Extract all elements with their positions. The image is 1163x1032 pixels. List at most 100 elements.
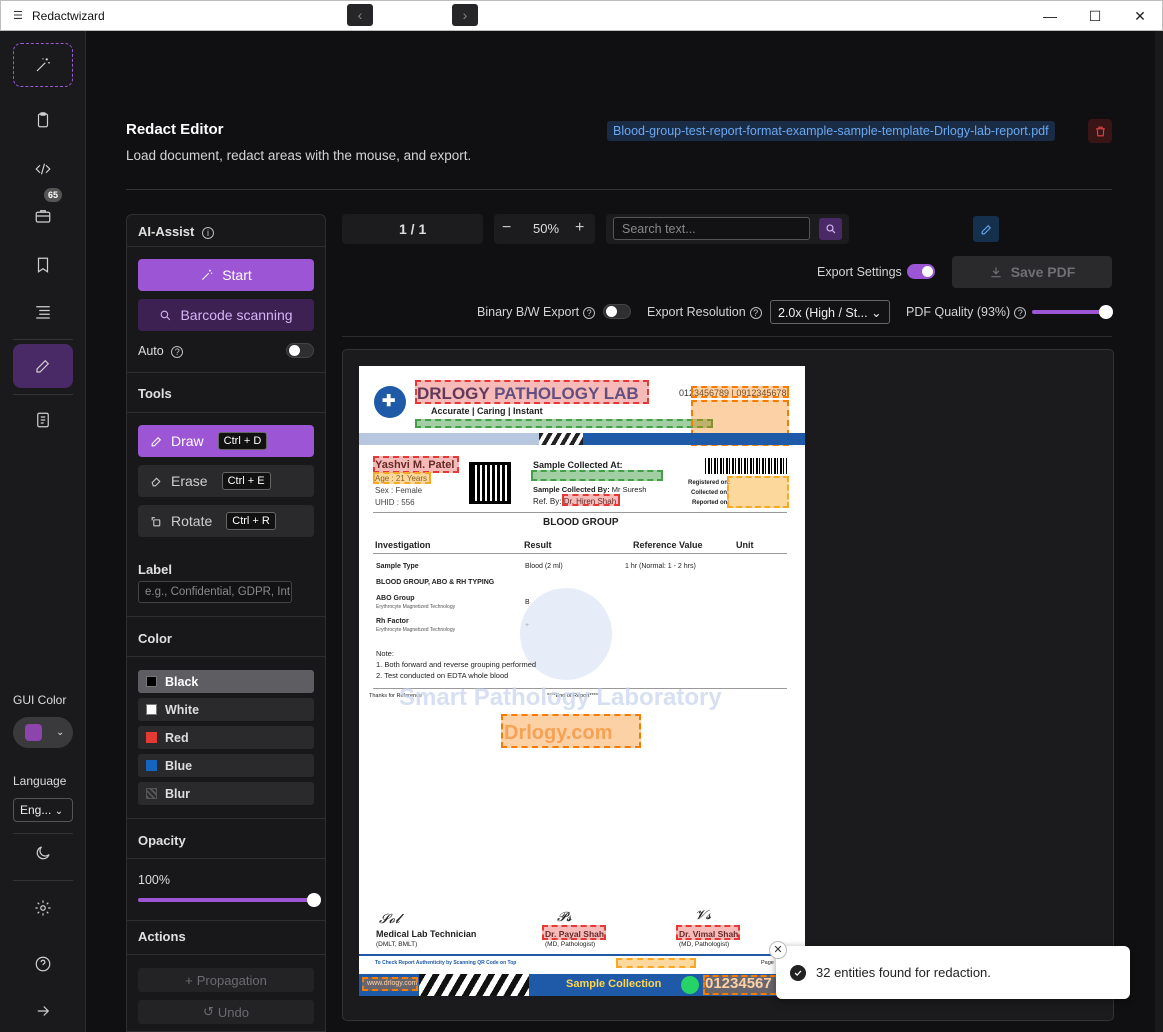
start-label: Start bbox=[222, 267, 252, 283]
close-button[interactable]: ✕ bbox=[1117, 1, 1163, 31]
blur-swatch-icon bbox=[146, 788, 157, 799]
color-option-blue[interactable]: Blue bbox=[138, 754, 314, 777]
sidebar-redact-editor[interactable] bbox=[13, 344, 73, 388]
propagation-button[interactable]: + Propagation bbox=[138, 968, 314, 992]
help-icon[interactable]: ? bbox=[171, 345, 184, 358]
zoom-in-button[interactable]: + bbox=[575, 219, 584, 237]
slider-fill bbox=[1032, 310, 1107, 314]
redaction-box[interactable] bbox=[562, 494, 620, 506]
help-icon[interactable]: ? bbox=[1014, 306, 1027, 319]
redaction-box[interactable] bbox=[727, 476, 789, 508]
toolbar-divider bbox=[342, 336, 1112, 337]
pencil-icon bbox=[36, 359, 50, 373]
erase-label: Erase bbox=[171, 473, 208, 489]
pdf-quality-slider[interactable] bbox=[1032, 305, 1114, 319]
draw-label: Draw bbox=[171, 433, 204, 449]
info-icon[interactable]: i bbox=[201, 226, 214, 239]
sidebar-document[interactable] bbox=[13, 398, 73, 442]
export-resolution-text: Export Resolution bbox=[647, 305, 746, 319]
search-input[interactable]: Search text... bbox=[613, 217, 810, 240]
signature-icon: 𝓟𝓼 bbox=[557, 910, 572, 925]
zoom-out-button[interactable]: − bbox=[502, 219, 511, 237]
maximize-button[interactable]: ☐ bbox=[1072, 1, 1118, 31]
row-rh-factor: Rh Factor bbox=[376, 618, 409, 625]
delete-file-button[interactable] bbox=[1088, 119, 1112, 143]
sidebar-bookmark[interactable] bbox=[13, 243, 73, 287]
export-resolution-select[interactable]: 2.0x (High / St... ⌄ bbox=[770, 300, 890, 324]
page-title: Redact Editor bbox=[126, 121, 224, 138]
barcode-scanning-button[interactable]: Barcode scanning bbox=[138, 299, 314, 331]
minimize-button[interactable]: — bbox=[1027, 1, 1073, 31]
save-pdf-button[interactable]: Save PDF bbox=[952, 256, 1112, 288]
color-option-blur[interactable]: Blur bbox=[138, 782, 314, 805]
pdf-page[interactable]: ✚ DRLOGY PATHOLOGY LAB Accurate | Caring… bbox=[359, 366, 805, 996]
redaction-box[interactable] bbox=[373, 472, 431, 484]
redaction-box[interactable] bbox=[676, 925, 740, 940]
sidebar-theme-toggle[interactable] bbox=[13, 831, 73, 875]
section-divider bbox=[373, 512, 787, 513]
magic-wand-icon bbox=[202, 269, 213, 281]
language-select[interactable]: Eng... ⌄ bbox=[13, 798, 73, 822]
color-option-white[interactable]: White bbox=[138, 698, 314, 721]
erase-tool-button[interactable]: Erase Ctrl + E bbox=[138, 465, 314, 497]
sidebar-clipboard[interactable] bbox=[13, 98, 73, 142]
ai-start-button[interactable]: Start bbox=[138, 259, 314, 291]
gui-color-picker[interactable]: ⌄ bbox=[13, 717, 73, 748]
window-scrollbar[interactable] bbox=[1155, 31, 1163, 1032]
help-icon[interactable]: ? bbox=[749, 306, 762, 319]
sidebar: 65 GUI Color ⌄ Language Eng... ⌄ bbox=[0, 31, 86, 1032]
redaction-box[interactable] bbox=[691, 386, 789, 398]
download-icon bbox=[991, 267, 1001, 278]
sidebar-magic-wand[interactable] bbox=[13, 43, 73, 87]
opacity-slider[interactable] bbox=[138, 893, 321, 907]
label-input[interactable]: e.g., Confidential, GDPR, Int bbox=[138, 581, 292, 603]
export-settings-toggle[interactable] bbox=[907, 264, 935, 279]
zoom-level: 50% bbox=[533, 221, 560, 236]
color-option-black[interactable]: Black bbox=[138, 670, 314, 693]
previous-page-button[interactable]: ‹ bbox=[347, 4, 373, 26]
help-icon[interactable]: ? bbox=[583, 306, 596, 319]
lab-logo-icon: ✚ bbox=[374, 386, 406, 418]
sidebar-collapse[interactable] bbox=[13, 989, 73, 1032]
redaction-box[interactable] bbox=[415, 380, 649, 404]
redaction-box[interactable] bbox=[531, 470, 663, 481]
redaction-box[interactable] bbox=[362, 977, 418, 991]
moon-icon bbox=[36, 846, 50, 860]
draw-tool-button[interactable]: Draw Ctrl + D bbox=[138, 425, 314, 457]
color-name: Blur bbox=[165, 786, 190, 801]
sidebar-list[interactable] bbox=[13, 290, 73, 334]
binary-export-label: Binary B/W Export? bbox=[477, 305, 596, 319]
color-option-red[interactable]: Red bbox=[138, 726, 314, 749]
column-unit: Unit bbox=[736, 540, 754, 550]
sample-collected-by: Sample Collected By: Mr Suresh bbox=[533, 485, 646, 494]
toast-close-button[interactable]: ✕ bbox=[769, 941, 787, 959]
rotate-tool-button[interactable]: Rotate Ctrl + R bbox=[138, 505, 314, 537]
redaction-box[interactable] bbox=[373, 456, 459, 473]
sidebar-help[interactable] bbox=[13, 942, 73, 986]
edit-mode-button[interactable] bbox=[973, 216, 999, 242]
sidebar-archive[interactable]: 65 bbox=[13, 188, 73, 238]
sidebar-divider bbox=[13, 394, 73, 395]
redaction-box[interactable] bbox=[616, 958, 696, 968]
redaction-box[interactable] bbox=[501, 714, 641, 748]
sidebar-code[interactable] bbox=[13, 147, 73, 191]
panel-divider bbox=[127, 954, 325, 955]
slider-thumb[interactable] bbox=[307, 893, 321, 907]
binary-export-toggle[interactable] bbox=[603, 304, 631, 319]
note-label: Note: bbox=[376, 649, 394, 658]
sidebar-settings[interactable] bbox=[13, 886, 73, 930]
toggle-knob bbox=[922, 266, 933, 277]
next-page-button[interactable]: › bbox=[452, 4, 478, 26]
plus-icon: + bbox=[185, 972, 193, 988]
undo-button[interactable]: ↺ Undo bbox=[138, 1000, 314, 1024]
auto-text: Auto bbox=[138, 344, 164, 358]
doctor-degree: (MD, Pathologist) bbox=[679, 941, 730, 948]
lab-tagline: Accurate | Caring | Instant bbox=[431, 406, 543, 416]
panel-divider bbox=[127, 246, 325, 247]
search-button[interactable] bbox=[819, 218, 842, 240]
gear-icon bbox=[35, 900, 51, 916]
undo-icon: ↺ bbox=[203, 1004, 214, 1019]
redaction-box[interactable] bbox=[542, 925, 606, 940]
auto-toggle[interactable] bbox=[286, 343, 314, 358]
redaction-box[interactable] bbox=[415, 419, 713, 428]
